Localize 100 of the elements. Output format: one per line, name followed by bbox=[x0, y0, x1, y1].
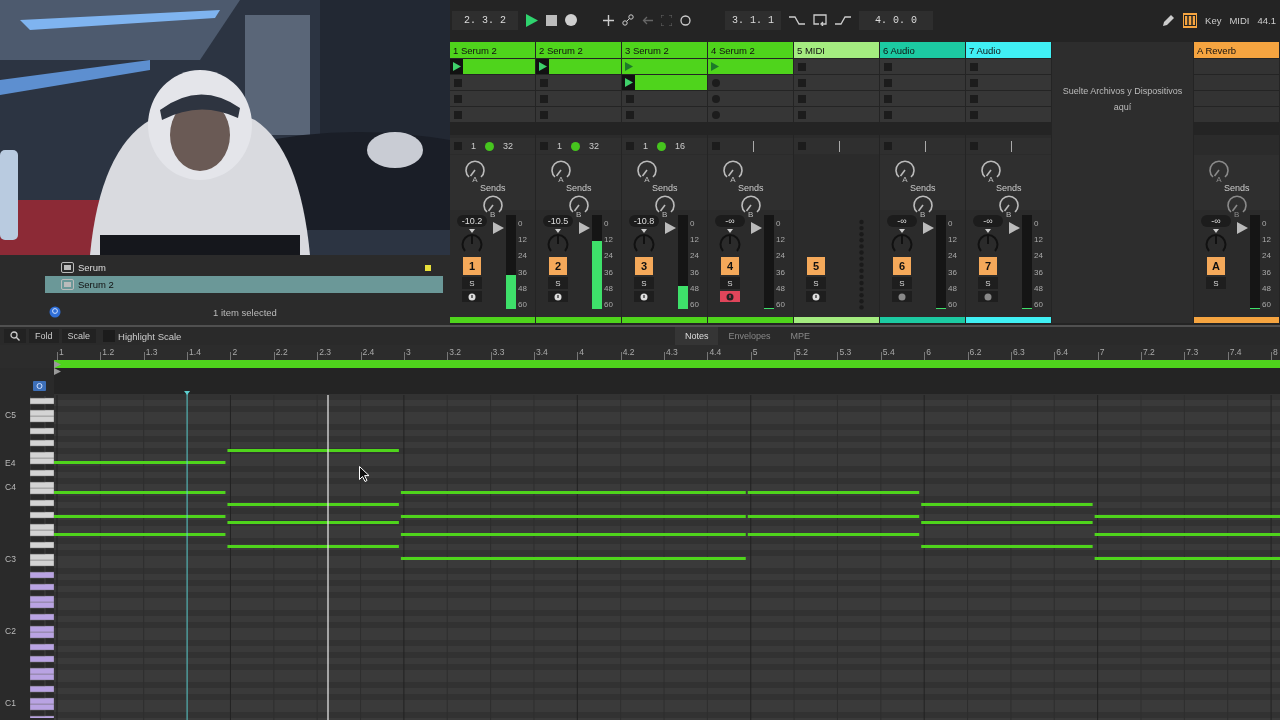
track-activator-button[interactable]: 7 bbox=[979, 257, 997, 275]
knob[interactable] bbox=[894, 159, 916, 181]
start-marker-icon[interactable] bbox=[54, 361, 61, 375]
track-activator-button[interactable]: 5 bbox=[807, 257, 825, 275]
punch-in-icon[interactable] bbox=[789, 14, 805, 26]
midi-map-button[interactable]: MIDI bbox=[1229, 14, 1250, 26]
arrow-left-icon[interactable] bbox=[642, 15, 653, 25]
volume-value[interactable]: -10.5 bbox=[543, 215, 573, 227]
volume-value[interactable]: -∞ bbox=[887, 215, 917, 227]
solo-button[interactable]: S bbox=[720, 277, 740, 289]
knob[interactable] bbox=[980, 159, 1002, 181]
tab[interactable]: Envelopes bbox=[718, 327, 781, 345]
browser-item[interactable]: Serum bbox=[45, 259, 443, 276]
send-label: B bbox=[920, 210, 926, 219]
browser-item[interactable]: Serum 2 bbox=[45, 276, 443, 293]
knob[interactable] bbox=[464, 159, 486, 181]
volume-arrow-icon[interactable] bbox=[1009, 222, 1020, 234]
volume-value[interactable]: -10.8 bbox=[629, 215, 659, 227]
track-header[interactable]: 1 Serum 2 bbox=[450, 42, 535, 58]
volume-value[interactable]: -10.2 bbox=[457, 215, 487, 227]
track-header[interactable]: 7 Audio bbox=[966, 42, 1051, 58]
track-activator-button[interactable]: 1 bbox=[463, 257, 481, 275]
arm-button[interactable] bbox=[548, 291, 568, 302]
drop-zone[interactable]: Suelte Archivos y Dispositivos aquí bbox=[1052, 42, 1193, 323]
track-header[interactable]: 4 Serum 2 bbox=[708, 42, 793, 58]
track-header[interactable]: 3 Serum 2 bbox=[622, 42, 707, 58]
knob[interactable] bbox=[567, 194, 590, 216]
plus-icon[interactable] bbox=[603, 14, 614, 26]
track-header[interactable]: 5 MIDI bbox=[794, 42, 879, 58]
arm-button[interactable] bbox=[634, 291, 654, 302]
track-header[interactable]: 6 Audio bbox=[880, 42, 965, 58]
stop-button[interactable] bbox=[546, 14, 557, 26]
knob[interactable] bbox=[739, 194, 762, 216]
play-icon[interactable] bbox=[526, 13, 538, 27]
solo-button[interactable]: S bbox=[806, 277, 826, 289]
solo-button[interactable]: S bbox=[462, 277, 482, 289]
knob[interactable] bbox=[997, 194, 1020, 216]
volume-value[interactable]: -∞ bbox=[1201, 215, 1231, 227]
clip-slot[interactable] bbox=[708, 59, 793, 74]
knob[interactable] bbox=[911, 194, 934, 216]
track-activator-button[interactable]: 6 bbox=[893, 257, 911, 275]
volume-arrow-icon[interactable] bbox=[751, 222, 762, 234]
volume-arrow-icon[interactable] bbox=[1237, 222, 1248, 234]
knob[interactable] bbox=[550, 159, 572, 181]
loop-start-field[interactable]: 3. 1. 1 bbox=[725, 10, 781, 30]
volume-arrow-icon[interactable] bbox=[579, 222, 590, 234]
tab[interactable]: Notes bbox=[674, 327, 719, 345]
solo-button[interactable]: S bbox=[634, 277, 654, 289]
track-activator-button[interactable]: 4 bbox=[721, 257, 739, 275]
track-activator-button[interactable]: A bbox=[1207, 257, 1225, 275]
monitor-button[interactable] bbox=[892, 291, 912, 302]
punch-out-icon[interactable] bbox=[835, 14, 851, 26]
track-activator-button[interactable]: 2 bbox=[549, 257, 567, 275]
piano-keyboard-drawing[interactable] bbox=[30, 396, 54, 718]
clip-slot[interactable] bbox=[622, 75, 707, 90]
track-header[interactable]: A Reverb bbox=[1194, 42, 1279, 58]
meter-scale-label: 48 bbox=[1262, 283, 1271, 293]
knob[interactable] bbox=[1208, 159, 1230, 181]
solo-button[interactable]: S bbox=[1206, 277, 1226, 289]
volume-arrow-icon[interactable] bbox=[665, 222, 676, 234]
solo-button[interactable]: S bbox=[548, 277, 568, 289]
knob[interactable] bbox=[1225, 194, 1248, 216]
knob[interactable] bbox=[481, 194, 504, 216]
meter-scale-label: 48 bbox=[518, 283, 527, 293]
brackets-icon[interactable] bbox=[661, 14, 672, 26]
tab[interactable]: MPE bbox=[780, 327, 820, 345]
loop-length-field[interactable]: 4. 0. 0 bbox=[859, 10, 933, 30]
arm-button[interactable] bbox=[462, 291, 482, 302]
volume-arrow-icon[interactable] bbox=[493, 222, 504, 234]
fold-button[interactable]: Fold bbox=[29, 329, 59, 343]
pencil-icon[interactable] bbox=[1162, 13, 1176, 27]
solo-button[interactable]: S bbox=[978, 277, 998, 289]
track-header[interactable]: 2 Serum 2 bbox=[536, 42, 621, 58]
solo-button[interactable]: S bbox=[892, 277, 912, 289]
knob[interactable] bbox=[722, 159, 744, 181]
link-icon[interactable] bbox=[622, 14, 634, 26]
keyboard-button[interactable] bbox=[1183, 12, 1198, 28]
clip-slot[interactable] bbox=[536, 59, 621, 74]
info-icon[interactable] bbox=[49, 306, 61, 318]
clip-icon[interactable] bbox=[33, 381, 46, 391]
loop-icon[interactable] bbox=[813, 14, 827, 26]
ruler-label: 2.4 bbox=[362, 347, 375, 357]
clip-slot[interactable] bbox=[450, 59, 535, 74]
knob[interactable] bbox=[653, 194, 676, 216]
knob[interactable] bbox=[636, 159, 658, 181]
meter-scale-label: 24 bbox=[776, 251, 785, 261]
arm-button[interactable] bbox=[806, 291, 826, 302]
track-activator-button[interactable]: 3 bbox=[635, 257, 653, 275]
ruler-label: 3.4 bbox=[535, 347, 548, 357]
volume-arrow-icon[interactable] bbox=[923, 222, 934, 234]
scale-button[interactable]: Scale bbox=[61, 329, 97, 343]
key-map-button[interactable]: Key bbox=[1205, 14, 1222, 26]
volume-value[interactable]: -∞ bbox=[973, 215, 1003, 227]
song-position-field[interactable]: 2. 3. 2 bbox=[452, 10, 518, 30]
monitor-button[interactable] bbox=[978, 291, 998, 302]
volume-value[interactable]: -∞ bbox=[715, 215, 745, 227]
search-button[interactable] bbox=[4, 329, 26, 343]
clip-slot[interactable] bbox=[622, 59, 707, 74]
circle-icon[interactable] bbox=[680, 14, 691, 26]
record-button[interactable] bbox=[565, 14, 577, 26]
